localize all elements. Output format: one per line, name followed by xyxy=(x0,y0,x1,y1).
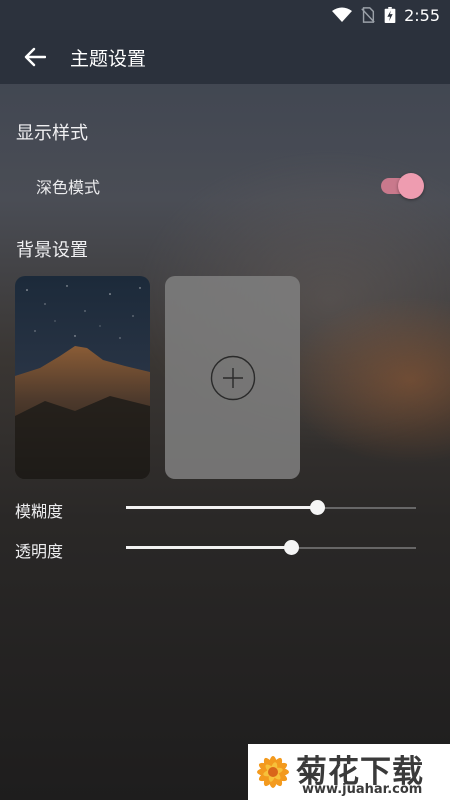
background-thumbnail[interactable] xyxy=(15,276,150,479)
page-title: 主题设置 xyxy=(70,47,147,70)
blur-slider[interactable] xyxy=(126,498,416,518)
add-background-button[interactable] xyxy=(165,276,300,479)
status-bar: 2:55 xyxy=(0,0,450,30)
toggle-knob xyxy=(398,173,424,199)
arrow-left-icon xyxy=(24,47,46,67)
mountain-night-image xyxy=(15,276,150,479)
slider-fill xyxy=(126,546,291,549)
plus-circle-icon xyxy=(210,355,255,400)
dark-mode-label: 深色模式 xyxy=(36,178,101,197)
status-time: 2:55 xyxy=(404,5,440,25)
wifi-icon xyxy=(332,7,353,22)
slider-fill xyxy=(126,506,317,509)
dark-mode-row[interactable]: 深色模式 xyxy=(0,166,450,206)
blur-label: 模糊度 xyxy=(15,502,64,521)
display-section-title: 显示样式 xyxy=(16,123,88,144)
opacity-slider[interactable] xyxy=(126,538,416,558)
watermark: 菊花下载网 www.juahar.com xyxy=(248,744,450,800)
slider-knob[interactable] xyxy=(284,540,299,555)
background-section-title: 背景设置 xyxy=(16,240,88,261)
watermark-url: www.juahar.com xyxy=(302,782,423,797)
battery-charging-icon xyxy=(384,7,396,23)
back-button[interactable] xyxy=(0,30,70,84)
slider-knob[interactable] xyxy=(310,500,325,515)
chrysanthemum-logo-icon xyxy=(257,756,289,788)
no-sim-icon xyxy=(361,7,375,23)
dark-mode-toggle[interactable] xyxy=(381,173,424,199)
opacity-label: 透明度 xyxy=(15,542,64,561)
app-bar: 主题设置 xyxy=(0,30,450,84)
